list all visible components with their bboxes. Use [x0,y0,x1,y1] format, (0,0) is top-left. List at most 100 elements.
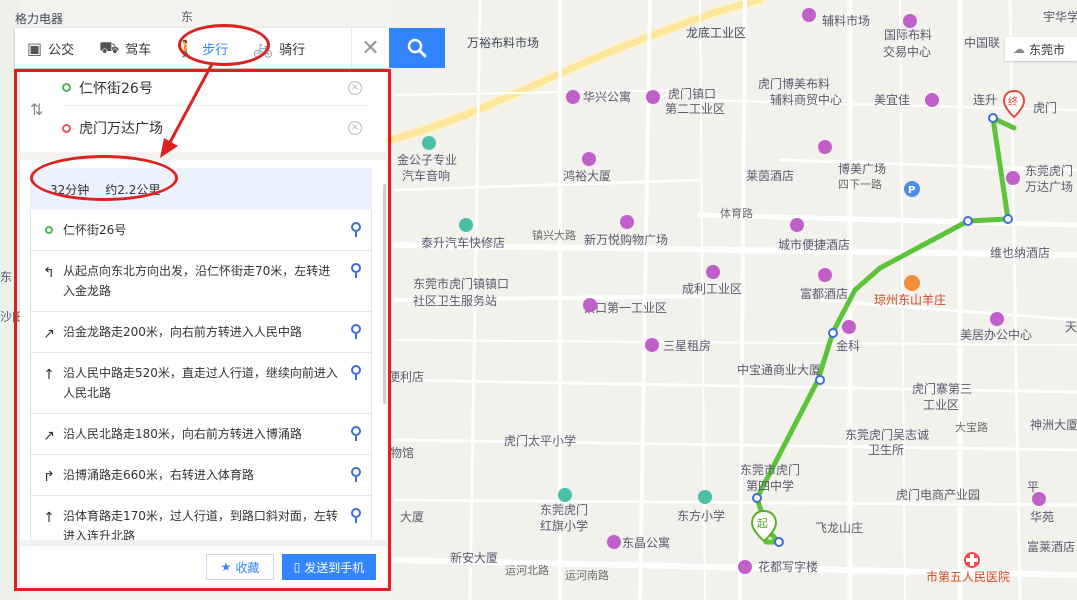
step-item[interactable]: ↗ 沿金龙路走200米，向右前方转进入人民中路 [30,312,372,353]
map-label: 虎门 [1033,101,1058,115]
route-distance: 约2.2公里 [105,182,161,197]
start-dot-icon [45,226,53,234]
step-item[interactable]: ↑ 沿人民中路走520米，直走过人行道，继续向前进入人民北路 [30,353,372,414]
mode-bike-button[interactable]: 🚲 骑行 [241,28,318,68]
clear-start-icon[interactable]: × [348,80,362,95]
weather-widget[interactable]: ☁ 东莞市 [1005,37,1077,61]
weather-city: 东莞市 [1029,42,1066,57]
map-label: 鸿裕大厦 [563,169,612,183]
locate-pin-icon[interactable] [351,365,361,380]
map-label: 社区卫生服务站 [413,294,498,308]
poi-icon [818,140,832,154]
map-label: 东晶公寓 [622,536,671,550]
map-label: 博美广场 [838,162,887,176]
map-label: 国际布料 [884,28,933,42]
map-label: 便利店 [388,370,425,384]
map-label: 虎门寨第三 [912,382,973,396]
start-dot-icon [62,83,71,92]
map-label: 龙底工业区 [686,26,747,40]
map-label: 华兴公寓 [583,90,632,104]
poi-icon [1006,171,1020,185]
search-button[interactable] [389,28,445,68]
close-button[interactable]: ✕ [351,28,389,68]
map-label: 三星租房 [663,339,712,353]
poi-icon [790,218,804,232]
clear-end-icon[interactable]: × [348,121,362,135]
mode-bus-button[interactable]: ▣ 公交 [15,28,87,68]
svg-text:终: 终 [1008,95,1018,108]
step-item[interactable]: ↑ 沿体育路走170米，过人行道，到路口斜对面，左转进入连升北路 [30,496,372,540]
swap-icon[interactable]: ⇅ [30,100,43,119]
step-item[interactable]: 仁怀街26号 [30,210,372,251]
send-to-phone-button[interactable]: ▯ 发送到手机 [282,554,376,580]
straight-icon: ↑ [43,367,55,383]
turn-right-icon: ↱ [43,469,55,485]
step-item[interactable]: ↰ 从起点向东北方向出发，沿仁怀街走70米，左转进入金龙路 [30,251,372,312]
bear-right-icon: ↗ [43,326,55,342]
map-label: 东莞市虎门镇镇口 [413,277,510,291]
map-label: 镇兴大路 [532,229,576,242]
map-label: 第二工业区 [665,102,726,116]
favorite-button[interactable]: ★ 收藏 [206,554,274,580]
map-label: 市第五人民医院 [926,570,1011,584]
end-dot-icon [62,123,71,133]
map-label: 工业区 [923,398,960,412]
map-label: 华苑 [1030,510,1055,524]
step-item[interactable]: ↗ 沿人民北路走180米，向右前方转进入博涌路 [30,414,372,455]
map-label: 富都酒店 [800,287,849,301]
locate-pin-icon[interactable] [351,222,361,237]
locate-pin-icon[interactable] [351,467,361,482]
map-label: 东莞虎门 [540,503,589,517]
map-label: 泰升汽车快修店 [421,236,506,250]
locate-pin-icon[interactable] [351,324,361,339]
map-label: 万裕布料市场 [467,36,540,50]
step-text: 仁怀街26号 [63,223,127,237]
map-label: 大宝路 [955,421,988,434]
step-text: 从起点向东北方向出发，沿仁怀街走70米，左转进入金龙路 [63,264,331,298]
step-text: 沿人民中路走520米，直走过人行道，继续向前进入人民北路 [63,366,338,400]
map-label: 富莱酒店 [1027,540,1076,554]
map-label: 美居办公中心 [960,328,1033,342]
poi-icon [607,535,621,549]
map-label: 物馆 [390,446,415,460]
straight-icon: ↑ [43,510,55,526]
mode-label: 驾车 [125,42,152,58]
map-label: 成利工业区 [682,282,743,296]
locate-pin-icon[interactable] [351,508,361,523]
end-marker-icon[interactable]: 终 [1003,90,1025,118]
poi-icon [818,268,832,282]
poi-icon [990,312,1004,326]
mode-label: 骑行 [279,42,306,58]
cloud-icon: ☁ [1013,42,1025,56]
map-label: 天 [1065,320,1077,334]
route-summary[interactable]: 32分钟 约2.2公里 [30,168,372,210]
poi-icon [1032,492,1046,506]
map-label: 虎门镇口 [668,87,717,101]
map-label: 维也纳酒店 [990,246,1051,260]
bus-icon: ▣ [27,38,43,58]
map-label: 宇华学 [1043,10,1077,24]
step-text: 沿体育路走170米，过人行道，到路口斜对面，左转进入连升北路 [63,509,338,540]
step-item[interactable]: ↱ 沿博涌路走660米，右转进入体育路 [30,455,372,496]
poi-icon [646,90,660,104]
start-marker-icon[interactable]: 起 [751,510,777,542]
map-label: 琼州东山羊庄 [874,293,947,307]
map-label: 中宝通商业大厦 [737,363,822,377]
annotation-arrow-icon [160,63,214,158]
poi-icon [645,338,659,352]
map-label: 飞龙山庄 [815,521,864,535]
scrollbar[interactable] [383,184,386,404]
map-label: 新万悦购物广场 [584,233,669,247]
svg-text:P: P [908,185,915,196]
poi-icon [459,218,473,232]
favorite-label: 收藏 [235,560,260,575]
map-label: 虎门太平小学 [504,434,577,448]
locate-pin-icon[interactable] [351,426,361,441]
map-label: 新安大厦 [450,551,499,565]
search-icon [407,38,427,58]
poi-icon [706,265,720,279]
svg-text:起: 起 [757,517,768,530]
bear-right-icon: ↗ [43,428,55,444]
locate-pin-icon[interactable] [351,263,361,278]
map-label: 辅料商贸中心 [770,93,843,107]
